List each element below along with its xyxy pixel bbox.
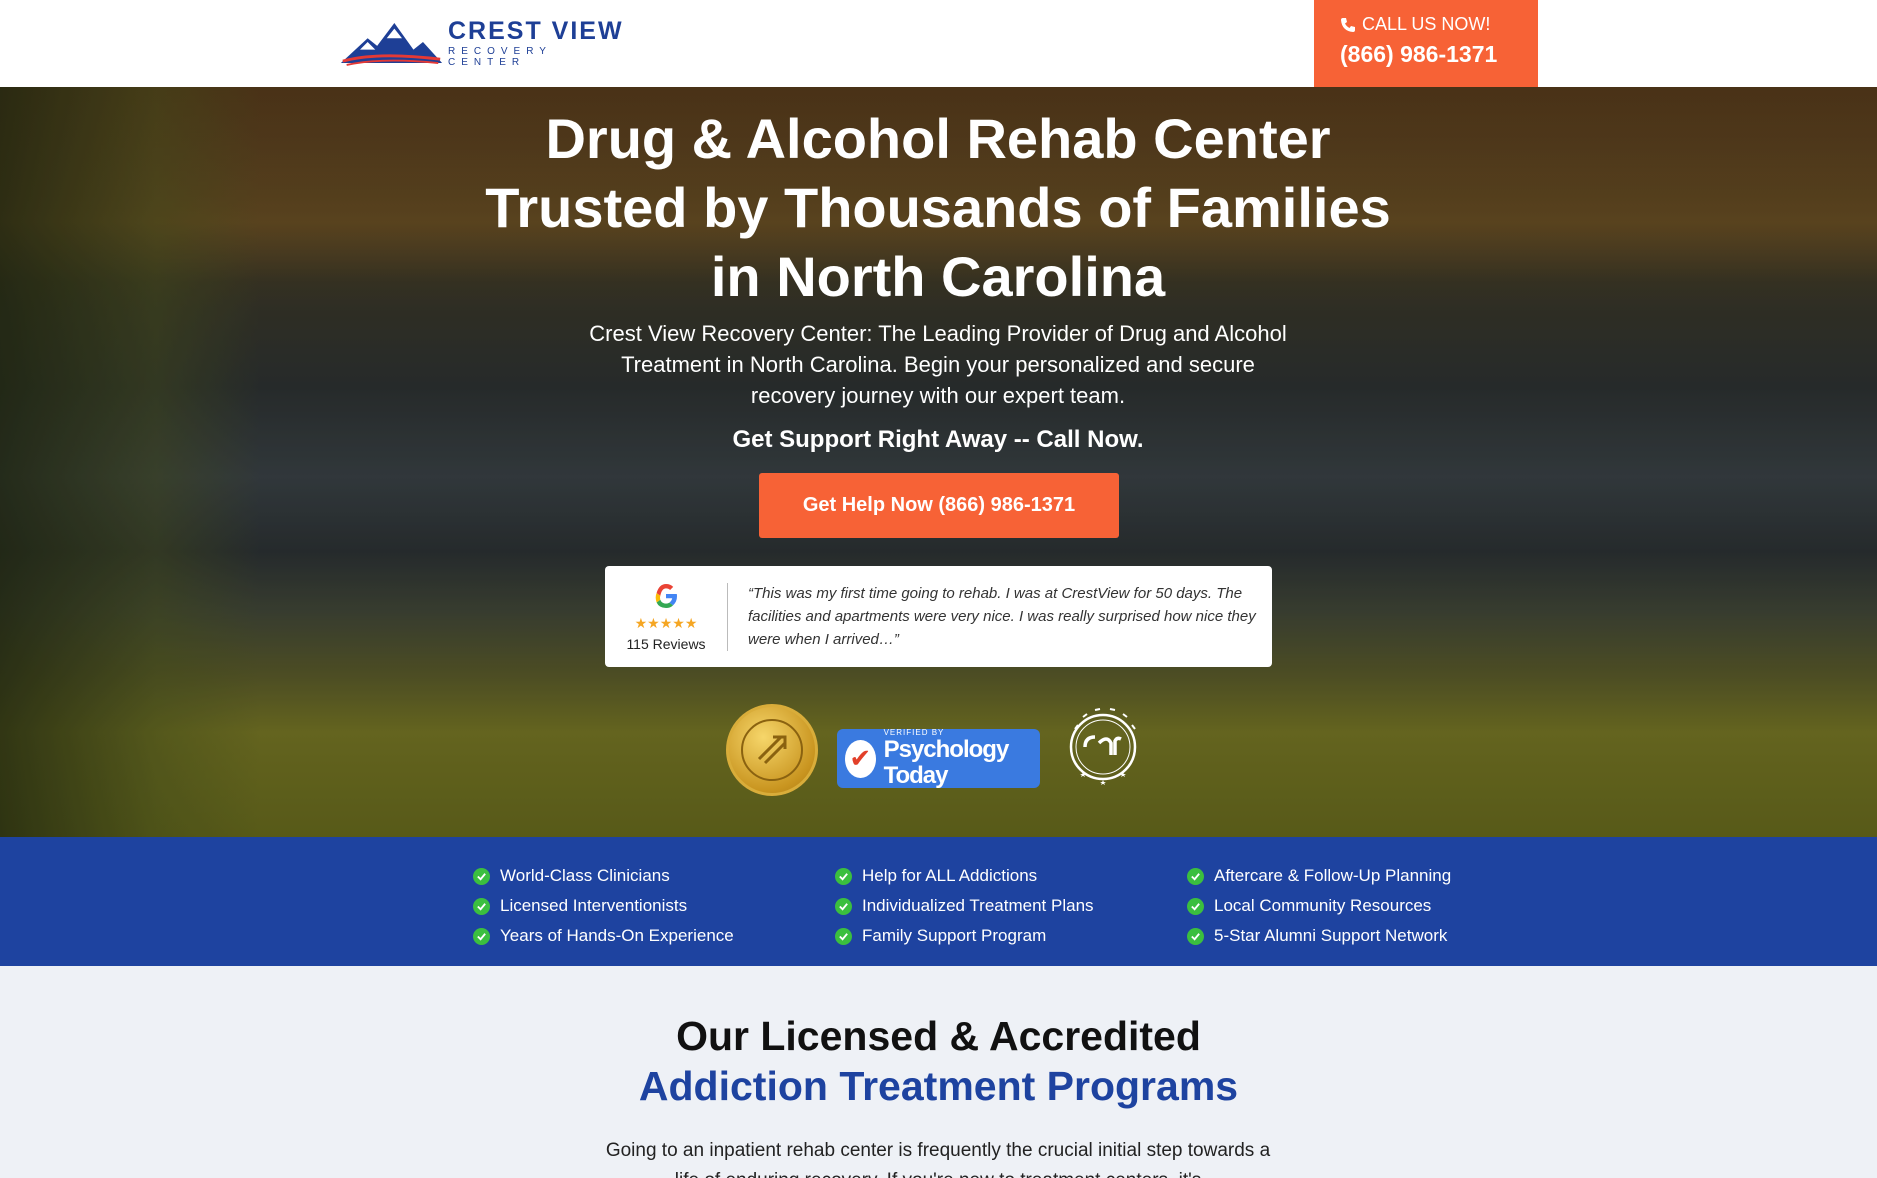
programs-title: Our Licensed & Accredited (676, 1013, 1201, 1059)
feature-item: Help for ALL Addictions (835, 861, 1094, 891)
features-band: World-Class Clinicians Licensed Interven… (0, 837, 1877, 966)
psychology-today-badge[interactable]: ✔ VERIFIED BY Psychology Today (837, 728, 1040, 789)
phone-icon (1341, 17, 1355, 32)
carf-accredited-seal-icon (1069, 708, 1137, 785)
feature-item: Licensed Interventionists (473, 891, 734, 921)
call-label: CALL US NOW! (1362, 14, 1491, 34)
feature-item: Family Support Program (835, 921, 1094, 951)
check-circle-icon (835, 867, 852, 885)
check-circle-icon (473, 867, 490, 885)
check-circle-icon (835, 927, 852, 945)
feature-item: World-Class Clinicians (473, 861, 734, 891)
crest-view-logo[interactable]: CREST VIEW RECOVERY CENTER (339, 16, 629, 70)
feature-item: Aftercare & Follow-Up Planning (1187, 861, 1451, 891)
logo-subtitle: RECOVERY CENTER (447, 46, 552, 68)
check-circle-icon (473, 897, 490, 915)
pt-name: Psychology Today (883, 736, 1010, 789)
features-column-3: Aftercare & Follow-Up Planning Local Com… (1187, 861, 1451, 951)
joint-commission-seal (726, 704, 818, 796)
check-circle-icon (835, 897, 852, 915)
check-circle-icon (1187, 897, 1204, 915)
feature-item: Local Community Resources (1187, 891, 1451, 921)
check-circle-icon (1187, 927, 1204, 945)
hero-subtitle: Crest View Recovery Center: The Leading … (589, 321, 1287, 408)
mountain-logo-icon (340, 22, 443, 66)
google-review-card: ★★★★★ 115 Reviews “This was my first tim… (605, 566, 1272, 667)
check-circle-icon (473, 927, 490, 945)
feature-item: Years of Hands-On Experience (473, 921, 734, 951)
hero-cta-text: Get Support Right Away -- Call Now. (732, 426, 1144, 453)
programs-title-highlight: Addiction Treatment Programs (638, 1063, 1239, 1109)
accreditation-badges: ✔ VERIFIED BY Psychology Today (0, 699, 1877, 799)
features-column-1: World-Class Clinicians Licensed Interven… (473, 861, 734, 951)
call-number: (866) 986-1371 (1340, 41, 1498, 67)
check-circle-icon (1187, 867, 1204, 885)
feature-item: 5-Star Alumni Support Network (1187, 921, 1451, 951)
review-count: 115 Reviews (626, 636, 706, 652)
hero-section: Drug & Alcohol Rehab Center Trusted by T… (0, 87, 1877, 837)
programs-body-text: Going to an inpatient rehab center is fr… (605, 1140, 1271, 1178)
get-help-now-button[interactable]: Get Help Now (866) 986-1371 (759, 473, 1119, 538)
gold-seal-icon (741, 719, 803, 781)
programs-section: Our Licensed & Accredited Addiction Trea… (0, 966, 1877, 1178)
checkmark-icon: ✔ (845, 739, 876, 778)
rating-stars: ★★★★★ (634, 615, 698, 631)
site-header: CREST VIEW RECOVERY CENTER CALL US NOW! … (0, 0, 1877, 87)
call-us-button[interactable]: CALL US NOW! (866) 986-1371 (1314, 0, 1538, 87)
logo-name: CREST VIEW (447, 17, 624, 45)
feature-item: Individualized Treatment Plans (835, 891, 1094, 921)
google-icon (655, 584, 677, 608)
review-quote: “This was my first time going to rehab. … (748, 585, 1256, 648)
features-column-2: Help for ALL Addictions Individualized T… (835, 861, 1094, 951)
hero-title: Drug & Alcohol Rehab Center Trusted by T… (485, 107, 1391, 308)
